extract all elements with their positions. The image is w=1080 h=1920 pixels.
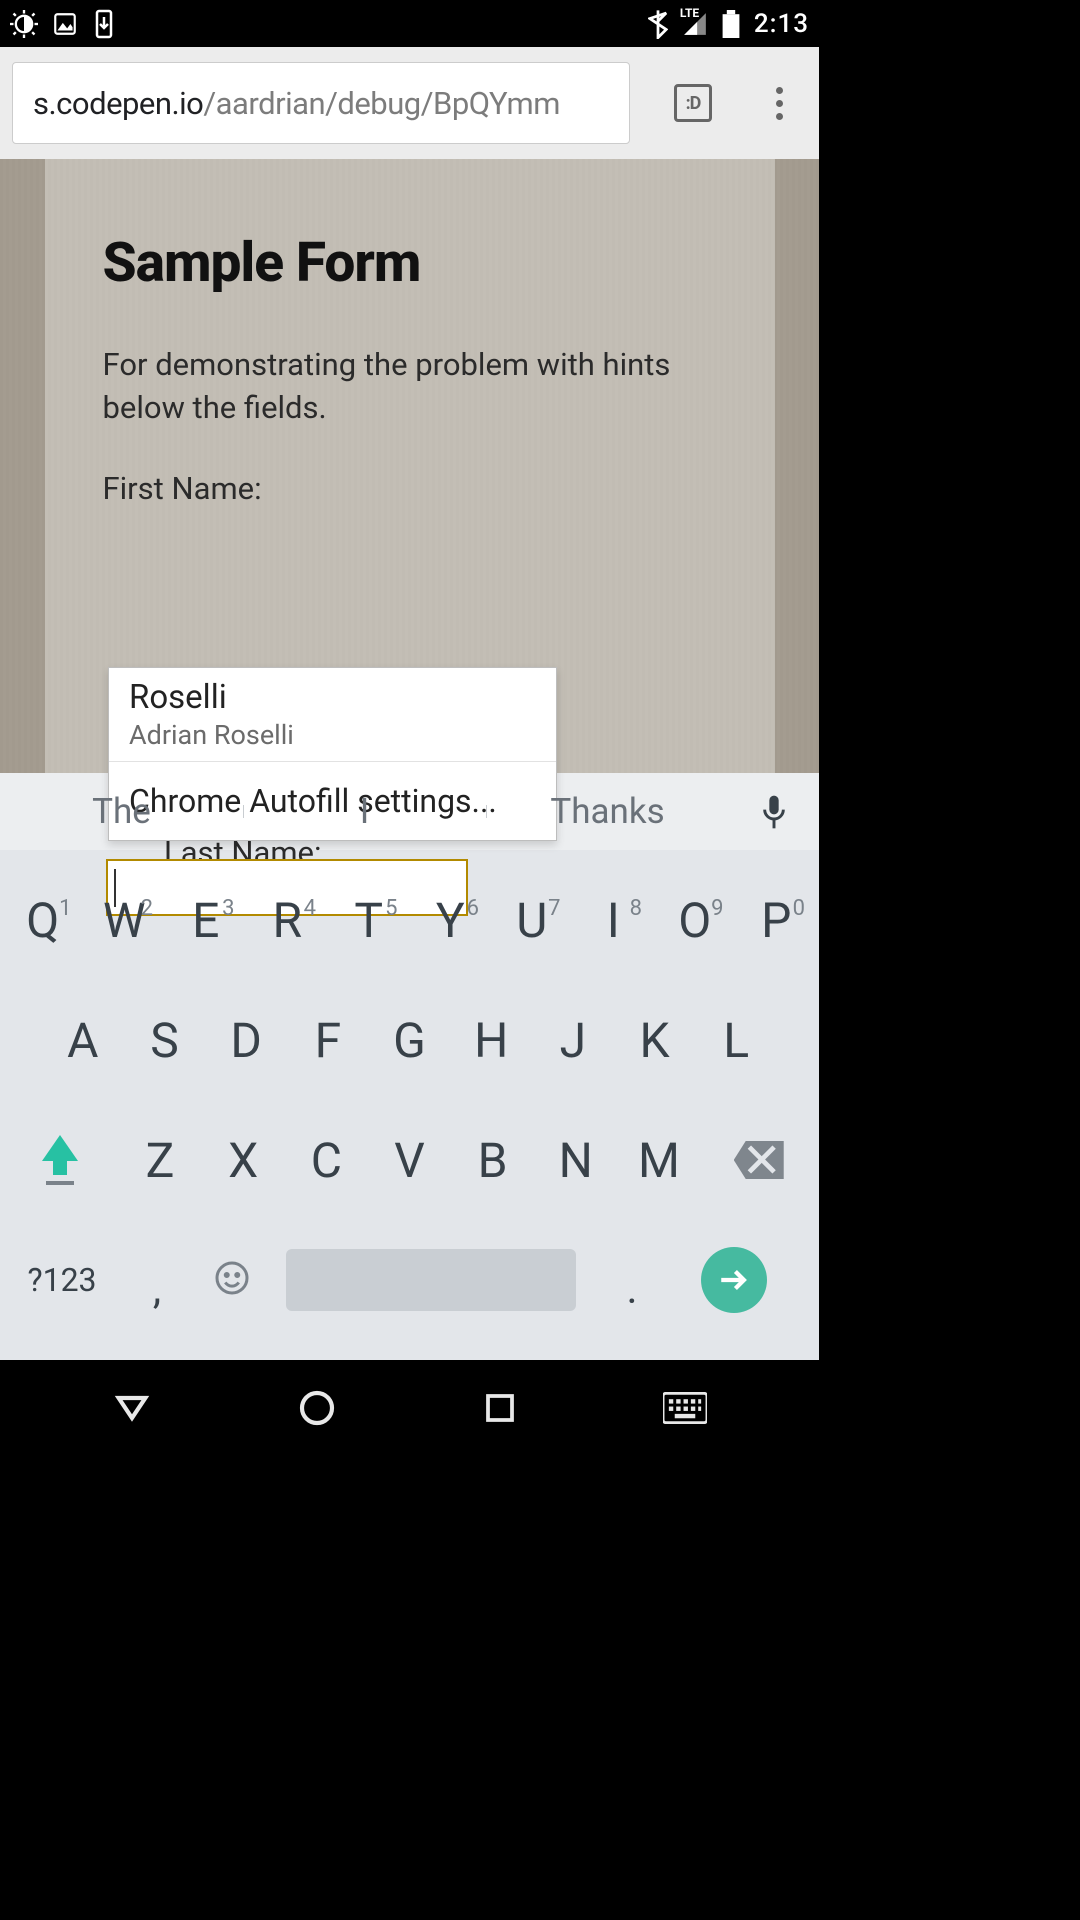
autofill-primary: Roselli <box>129 678 536 717</box>
key-B[interactable]: B <box>451 1132 534 1189</box>
key-K[interactable]: K <box>614 1012 696 1069</box>
key-S[interactable]: S <box>124 1012 206 1069</box>
chrome-toolbar: s.codepen.io/aardrian/debug/BpQYmm :D <box>0 47 819 159</box>
chrome-menu-icon[interactable] <box>760 84 798 122</box>
brightness-icon <box>10 10 38 38</box>
key-X[interactable]: X <box>202 1132 285 1189</box>
status-clock: 2:13 <box>754 9 809 39</box>
key-P[interactable]: 0P <box>736 892 818 949</box>
shift-key[interactable] <box>2 1135 118 1185</box>
url-path: /aardrian/debug/BpQYmm <box>203 85 560 122</box>
key-U[interactable]: 7U <box>491 892 573 949</box>
key-C[interactable]: C <box>285 1132 368 1189</box>
key-N[interactable]: N <box>534 1132 617 1189</box>
signal-icon: LTE <box>682 11 708 37</box>
key-L[interactable]: L <box>695 1012 777 1069</box>
url-host: s.codepen.io <box>33 85 203 122</box>
tabs-button-label: :D <box>686 93 701 114</box>
image-icon <box>52 11 78 37</box>
download-icon <box>92 9 116 39</box>
key-M[interactable]: M <box>617 1132 700 1189</box>
mic-icon[interactable] <box>729 793 819 831</box>
key-A[interactable]: A <box>42 1012 124 1069</box>
symbols-key[interactable]: ?123 <box>2 1261 122 1299</box>
period-key[interactable]: . <box>590 1247 674 1314</box>
lte-label: LTE <box>680 7 699 19</box>
enter-key[interactable] <box>674 1247 794 1313</box>
web-viewport: Sample Form For demonstrating the proble… <box>0 159 819 773</box>
tabs-button[interactable]: :D <box>674 84 712 122</box>
key-T[interactable]: 5T <box>328 892 410 949</box>
android-status-bar: LTE 2:13 <box>0 0 819 47</box>
emoji-key[interactable] <box>192 1260 272 1300</box>
nav-keyboard-icon[interactable] <box>663 1392 707 1424</box>
key-G[interactable]: G <box>369 1012 451 1069</box>
suggestion-2[interactable]: I <box>243 791 486 832</box>
autofill-suggestion[interactable]: Roselli Adrian Roselli <box>109 668 556 761</box>
key-E[interactable]: 3E <box>165 892 247 949</box>
nav-home-icon[interactable] <box>297 1388 337 1428</box>
autofill-secondary: Adrian Roselli <box>129 719 536 751</box>
page-intro: For demonstrating the problem with hints… <box>103 343 717 430</box>
comma-key[interactable]: , <box>122 1247 192 1314</box>
android-nav-bar <box>0 1360 819 1456</box>
suggestion-1[interactable]: The <box>0 791 243 832</box>
key-D[interactable]: D <box>205 1012 287 1069</box>
key-J[interactable]: J <box>532 1012 614 1069</box>
first-name-label: First Name: <box>103 470 717 507</box>
soft-keyboard: 1Q2W3E4R5T6Y7U8I9O0P ASDFGHJKL ZXCVBNM✕ … <box>0 850 819 1360</box>
key-Z[interactable]: Z <box>118 1132 201 1189</box>
suggestion-3[interactable]: Thanks <box>486 791 729 832</box>
nav-back-icon[interactable] <box>112 1388 152 1428</box>
key-O[interactable]: 9O <box>654 892 736 949</box>
space-key[interactable] <box>286 1249 576 1311</box>
page-title: Sample Form <box>103 231 717 295</box>
key-V[interactable]: V <box>368 1132 451 1189</box>
backspace-key[interactable]: ✕ <box>701 1141 817 1179</box>
key-R[interactable]: 4R <box>247 892 329 949</box>
key-Y[interactable]: 6Y <box>410 892 492 949</box>
key-I[interactable]: 8I <box>573 892 655 949</box>
key-Q[interactable]: 1Q <box>2 892 84 949</box>
key-W[interactable]: 2W <box>84 892 166 949</box>
key-F[interactable]: F <box>287 1012 369 1069</box>
battery-icon <box>722 10 740 38</box>
url-bar[interactable]: s.codepen.io/aardrian/debug/BpQYmm <box>12 62 630 144</box>
nav-recent-icon[interactable] <box>482 1390 518 1426</box>
key-H[interactable]: H <box>450 1012 532 1069</box>
bluetooth-icon <box>648 9 668 39</box>
